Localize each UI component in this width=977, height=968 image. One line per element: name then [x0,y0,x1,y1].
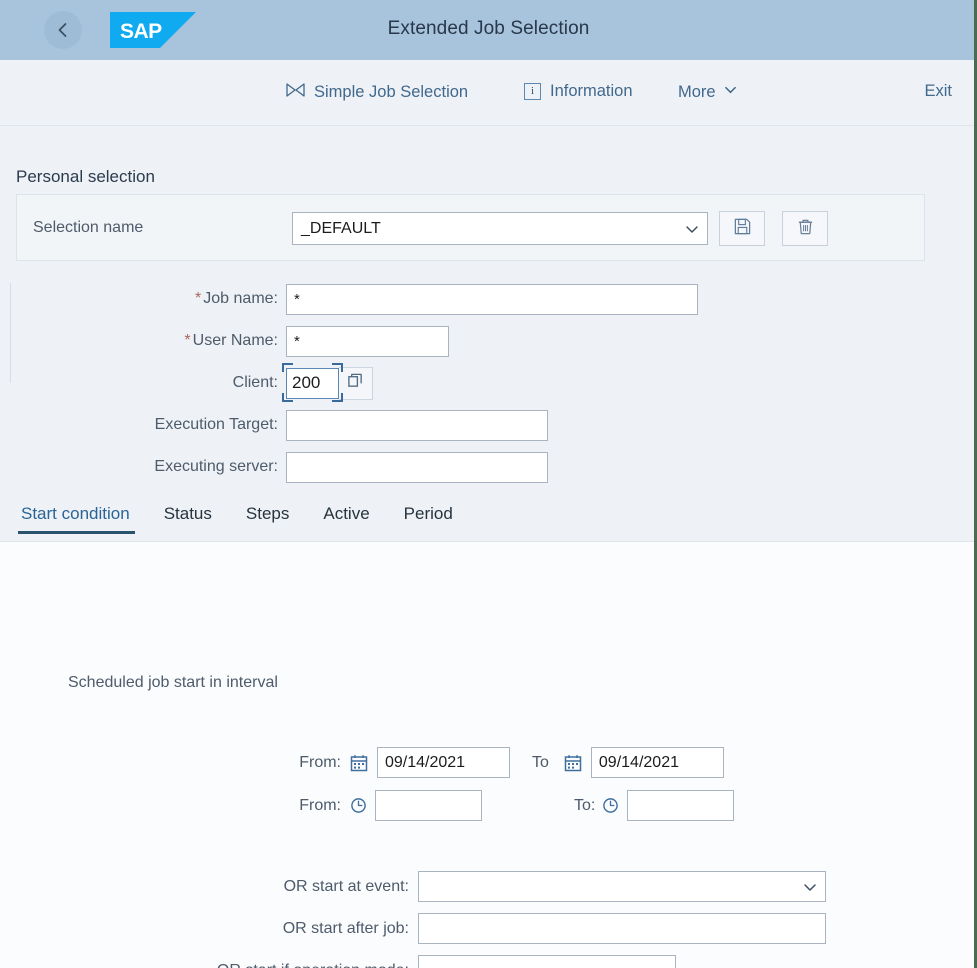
execution-target-row: Execution Target: [0,404,977,446]
clock-icon[interactable] [602,797,619,814]
job-name-label: *Job name: [0,290,286,308]
more-menu-button[interactable]: More [678,82,738,102]
chevron-down-icon [677,221,707,237]
date-to-input[interactable] [591,747,724,778]
client-value-help-button[interactable] [339,367,373,400]
page-title: Extended Job Selection [0,18,977,40]
simple-job-selection-button[interactable]: Simple Job Selection [286,82,468,103]
exit-label: Exit [924,82,952,101]
executing-server-row: Executing server: [0,446,977,488]
client-field-group [286,367,373,400]
extended-job-selection-page: SAP Extended Job Selection Simple Job Se… [0,0,977,968]
scheduled-interval-label: Scheduled job start in interval [68,674,278,692]
simple-job-selection-label: Simple Job Selection [314,83,468,102]
execution-target-label: Execution Target: [0,416,286,434]
time-to-input[interactable] [627,790,734,821]
calendar-icon[interactable] [350,754,368,772]
user-name-label-text: User Name: [193,332,278,349]
trash-delete-icon [796,217,815,241]
or-start-after-job-label: OR start after job: [0,920,418,938]
selection-name-value: _DEFAULT [293,220,677,238]
or-start-at-event-label: OR start at event: [0,878,418,896]
shell-header: SAP Extended Job Selection [0,0,977,60]
tab-active[interactable]: Active [306,499,386,534]
executing-server-label: Executing server: [0,458,286,476]
executing-server-input[interactable] [286,452,548,483]
date-from-input[interactable] [377,747,510,778]
or-start-at-event-select[interactable] [418,871,826,902]
exit-button[interactable]: Exit [924,82,952,101]
calendar-icon[interactable] [564,754,582,772]
chevron-down-icon [795,879,825,895]
job-criteria-form: *Job name: *User Name: Client: [0,278,977,488]
user-name-label: *User Name: [0,332,286,350]
more-label: More [678,83,716,102]
job-name-input[interactable] [286,284,698,315]
job-name-label-text: Job name: [203,290,278,307]
save-selection-button[interactable] [719,211,765,246]
tab-steps[interactable]: Steps [229,499,306,534]
or-start-if-operation-mode-row: OR start if operation mode: [0,955,977,968]
user-name-input[interactable] [286,326,449,357]
selection-name-select[interactable]: _DEFAULT [292,212,708,245]
information-icon: i [524,83,541,100]
bowtie-collapse-icon [286,82,305,103]
delete-selection-button[interactable] [782,211,828,246]
date-interval-row: From: To [0,747,977,778]
time-from-label: From: [0,797,350,815]
date-from-label: From: [0,754,350,772]
tab-start-condition[interactable]: Start condition [18,499,147,534]
user-name-row: *User Name: [0,320,977,362]
or-start-at-event-row: OR start at event: [0,871,977,902]
personal-selection-panel: Selection name _DEFAULT [16,194,925,261]
client-input[interactable] [286,368,339,399]
job-name-row: *Job name: [0,278,977,320]
time-interval-row: From: To: [0,790,977,821]
or-start-after-job-input[interactable] [418,913,826,944]
or-start-after-job-row: OR start after job: [0,913,977,944]
selection-body: Personal selection Selection name _DEFAU… [0,157,977,499]
or-start-if-operation-mode-label: OR start if operation mode: [0,962,418,968]
chevron-down-icon [723,82,738,102]
information-button[interactable]: i Information [524,82,633,101]
tab-status[interactable]: Status [147,499,229,534]
time-from-input[interactable] [375,790,482,821]
date-to-word: To [532,754,549,772]
execution-target-input[interactable] [286,410,548,441]
client-label: Client: [0,374,286,392]
start-condition-panel: Scheduled job start in interval From: To [0,542,977,968]
tab-bar: Start condition Status Steps Active Peri… [0,499,977,542]
time-to-label: To: [574,797,595,815]
client-row: Client: [0,362,977,404]
or-start-if-operation-mode-input[interactable] [418,955,676,968]
selection-name-label: Selection name [33,219,143,237]
personal-selection-title: Personal selection [16,167,155,187]
required-marker: * [195,290,201,307]
information-label: Information [550,82,633,101]
tab-period[interactable]: Period [387,499,470,534]
value-help-copy-icon [347,372,364,394]
clock-icon[interactable] [350,797,367,814]
toolbar [0,60,977,126]
floppy-save-icon [733,217,752,241]
required-marker: * [184,332,190,349]
